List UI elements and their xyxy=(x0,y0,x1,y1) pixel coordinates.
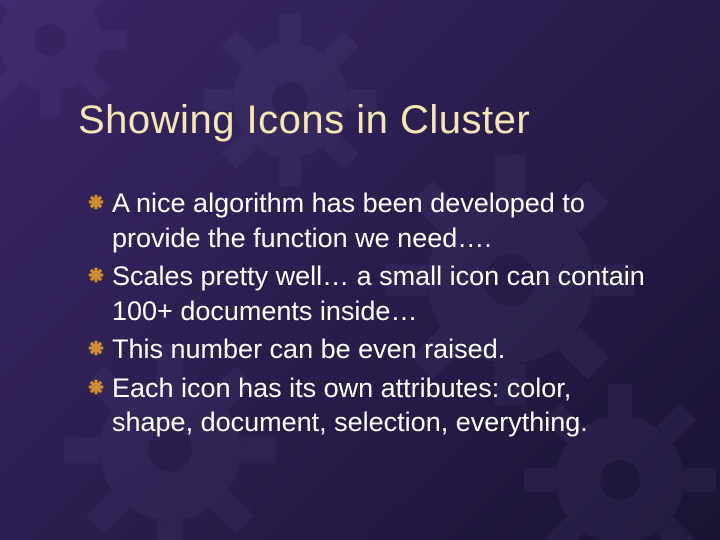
bullet-text: Each icon has its own attributes: color,… xyxy=(112,371,650,440)
bullet-icon xyxy=(88,379,104,395)
bullet-text: Scales pretty well… a small icon can con… xyxy=(112,259,650,328)
bullet-icon xyxy=(88,340,104,356)
bullet-icon xyxy=(88,194,104,210)
bullet-text: A nice algorithm has been developed to p… xyxy=(112,186,650,255)
bullet-text: This number can be even raised. xyxy=(112,332,505,367)
slide-title: Showing Icons in Cluster xyxy=(78,98,660,143)
list-item: A nice algorithm has been developed to p… xyxy=(88,186,650,255)
list-item: This number can be even raised. xyxy=(88,332,650,367)
slide: Showing Icons in Cluster xyxy=(0,0,720,540)
bullet-icon xyxy=(88,267,104,283)
slide-content: A nice algorithm has been developed to p… xyxy=(88,186,650,444)
list-item: Each icon has its own attributes: color,… xyxy=(88,371,650,440)
list-item: Scales pretty well… a small icon can con… xyxy=(88,259,650,328)
